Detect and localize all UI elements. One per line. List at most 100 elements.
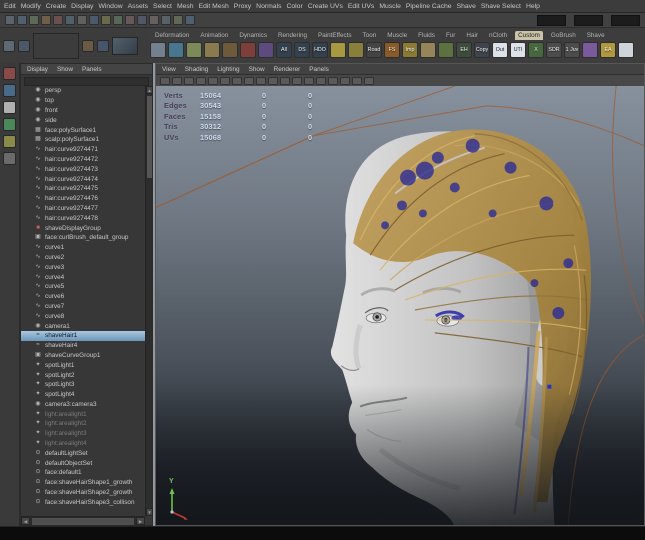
status-line-icon[interactable]: [185, 15, 195, 25]
viewport-toolbar-icon[interactable]: [340, 77, 350, 85]
outliner-item[interactable]: ◉ camera1: [21, 321, 145, 331]
outliner-item[interactable]: ∿ hair:curve9274471: [21, 145, 145, 155]
shelf-tab[interactable]: Custom: [515, 31, 543, 40]
outliner-item[interactable]: ∿ curve3: [21, 262, 145, 272]
menu-item[interactable]: Shave Select: [481, 3, 521, 10]
viewport-menu-item[interactable]: Show: [249, 66, 265, 73]
view-cube-icon[interactable]: [3, 40, 15, 52]
shelf-tab[interactable]: GoBrush: [548, 31, 579, 40]
outliner-item[interactable]: ✦ spotLight4: [21, 390, 145, 400]
status-line-icon[interactable]: [101, 15, 111, 25]
shelf-button[interactable]: 1 Juv: [564, 42, 580, 58]
outliner-item[interactable]: ∿ hair:curve9274477: [21, 204, 145, 214]
tool-icon[interactable]: [3, 118, 16, 131]
outliner-item[interactable]: ◉ side: [21, 115, 145, 125]
tool-icon[interactable]: [3, 152, 16, 165]
outliner-item[interactable]: ∿ hair:curve9274475: [21, 184, 145, 194]
status-line-icon[interactable]: [17, 15, 27, 25]
viewport-menu-item[interactable]: Lighting: [217, 66, 239, 73]
outliner-item[interactable]: ◉ persp: [21, 86, 145, 96]
viewport-toolbar-icon[interactable]: [304, 77, 314, 85]
outliner-item[interactable]: ∿ curve8: [21, 311, 145, 321]
outliner-item[interactable]: ∿ hair:curve9274472: [21, 155, 145, 165]
status-line-icon[interactable]: [149, 15, 159, 25]
viewport-toolbar-icon[interactable]: [232, 77, 242, 85]
viewport-3d-view[interactable]: Verts 15064 0 0 Edges 30543 0 0 Faces 15…: [156, 86, 644, 525]
outliner-item[interactable]: ≈ shaveHair1: [21, 331, 145, 341]
vertical-scroll-thumb[interactable]: [146, 95, 153, 179]
viewport-toolbar-icon[interactable]: [364, 77, 374, 85]
shelf-button[interactable]: DS: [294, 42, 310, 58]
outliner-item[interactable]: ⊙ defaultObjectSet: [21, 458, 145, 468]
outliner-item[interactable]: ▦ scalp:polySurface1: [21, 135, 145, 145]
viewport-menu-item[interactable]: View: [162, 66, 176, 73]
shelf-button[interactable]: EH: [456, 42, 472, 58]
shelf-button[interactable]: SDR: [546, 42, 562, 58]
status-line-icon[interactable]: [53, 15, 63, 25]
status-line-icon[interactable]: [65, 15, 75, 25]
menu-item[interactable]: Muscle: [379, 3, 401, 10]
outliner-item[interactable]: ◉ front: [21, 106, 145, 116]
outliner-item[interactable]: ∿ hair:curve9274473: [21, 164, 145, 174]
shelf-button[interactable]: Copy: [474, 42, 490, 58]
shelf-button[interactable]: All: [276, 42, 292, 58]
tool-icon[interactable]: [3, 67, 16, 80]
viewport-menu-item[interactable]: Renderer: [274, 66, 301, 73]
shelf-button[interactable]: EA: [600, 42, 616, 58]
outliner-item[interactable]: ⊙ face:shaveHairShape2_growth: [21, 488, 145, 498]
status-line-icon[interactable]: [77, 15, 87, 25]
menu-item[interactable]: Proxy: [234, 3, 251, 10]
menu-item[interactable]: Edit UVs: [348, 3, 374, 10]
scroll-left-icon[interactable]: ◀: [21, 517, 30, 525]
outliner-item[interactable]: ∿ hair:curve9274476: [21, 194, 145, 204]
shelf-button[interactable]: Road: [366, 42, 382, 58]
menu-item[interactable]: Edit Mesh: [199, 3, 229, 10]
menu-item[interactable]: Normals: [256, 3, 281, 10]
outliner-item[interactable]: ∿ curve6: [21, 292, 145, 302]
outliner-item[interactable]: ⊙ face:default1: [21, 468, 145, 478]
shelf-tab[interactable]: Animation: [197, 31, 231, 40]
shelf-button[interactable]: [258, 42, 274, 58]
outliner-horizontal-scrollbar[interactable]: ◀ ▶: [21, 516, 145, 525]
viewport-toolbar-icon[interactable]: [184, 77, 194, 85]
status-line-icon[interactable]: [5, 15, 15, 25]
menu-item[interactable]: Edit: [4, 3, 16, 10]
outliner-item[interactable]: ⊙ face:shaveHairShape1_growth: [21, 478, 145, 488]
menu-item[interactable]: Shave: [457, 3, 476, 10]
shelf-button[interactable]: [150, 42, 166, 58]
outliner-menu-item[interactable]: Panels: [82, 66, 102, 73]
status-line-icon[interactable]: [113, 15, 123, 25]
shelf-button[interactable]: [438, 42, 454, 58]
shelf-button[interactable]: [348, 42, 364, 58]
outliner-filter-field[interactable]: [24, 77, 149, 86]
menu-item[interactable]: Modify: [21, 3, 41, 10]
outliner-item[interactable]: ✦ spotLight2: [21, 370, 145, 380]
shelf-tab[interactable]: Dynamics: [236, 31, 270, 40]
viewport-toolbar-icon[interactable]: [268, 77, 278, 85]
status-line-icon[interactable]: [41, 15, 51, 25]
shelf-button[interactable]: [204, 42, 220, 58]
shelf-button[interactable]: [168, 42, 184, 58]
status-input-field[interactable]: [537, 15, 566, 26]
shelf-button[interactable]: Imp: [402, 42, 418, 58]
shelf-button[interactable]: [618, 42, 634, 58]
outliner-item[interactable]: ⊙ defaultLightSet: [21, 448, 145, 458]
shelf-button[interactable]: HDO: [312, 42, 328, 58]
outliner-menu-item[interactable]: Display: [27, 66, 48, 73]
menu-item[interactable]: Select: [153, 3, 172, 10]
outliner-item[interactable]: ■ shaveDisplayGroup: [21, 223, 145, 233]
layer-editor-icon[interactable]: [18, 40, 30, 52]
viewport-toolbar-icon[interactable]: [208, 77, 218, 85]
tool-icon[interactable]: [3, 101, 16, 114]
outliner-vertical-scrollbar[interactable]: ▲ ▼: [145, 86, 152, 516]
outliner-item[interactable]: ▦ face:polySurface1: [21, 125, 145, 135]
outliner-item[interactable]: ▣ shaveCurveGroup1: [21, 351, 145, 361]
outliner-item[interactable]: ∿ curve1: [21, 243, 145, 253]
outliner-item[interactable]: ✦ spotLight1: [21, 360, 145, 370]
shelf-button[interactable]: [240, 42, 256, 58]
shelf-button[interactable]: [222, 42, 238, 58]
outliner-item[interactable]: ◉ camera3:camera3: [21, 400, 145, 410]
render-layer-icon[interactable]: [82, 40, 94, 52]
shelf-tab[interactable]: Toon: [360, 31, 380, 40]
shelf-button[interactable]: [186, 42, 202, 58]
